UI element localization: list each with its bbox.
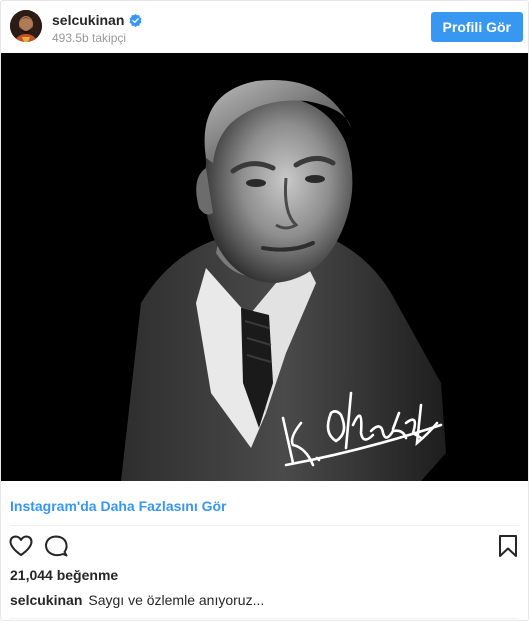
heart-icon[interactable] bbox=[8, 533, 34, 559]
comment-icon[interactable] bbox=[43, 533, 69, 559]
username[interactable]: selcukinan bbox=[52, 12, 124, 28]
avatar-image bbox=[10, 10, 42, 42]
caption-username[interactable]: selcukinan bbox=[10, 592, 82, 608]
follower-count: 493.5b takipçi bbox=[52, 31, 127, 45]
avatar[interactable] bbox=[10, 10, 42, 42]
instagram-embed: selcukinan 493.5b takipçi Profili Gör In… bbox=[0, 0, 529, 621]
post-header: selcukinan 493.5b takipçi Profili Gör bbox=[1, 1, 528, 53]
caption: selcukinan Saygı ve özlemle anıyoruz... bbox=[10, 592, 264, 608]
caption-text: Saygı ve özlemle anıyoruz... bbox=[88, 592, 265, 608]
view-more-on-instagram-link[interactable]: Instagram'da Daha Fazlasını Gör bbox=[10, 498, 227, 514]
post-image[interactable] bbox=[1, 53, 528, 481]
divider bbox=[10, 618, 519, 619]
view-profile-button[interactable]: Profili Gör bbox=[430, 12, 523, 42]
bookmark-icon[interactable] bbox=[495, 533, 521, 559]
like-count[interactable]: 21,044 beğenme bbox=[10, 567, 118, 583]
divider bbox=[10, 525, 519, 526]
action-bar bbox=[1, 531, 528, 561]
verified-badge-icon bbox=[129, 13, 142, 27]
portrait-photo bbox=[1, 53, 528, 481]
